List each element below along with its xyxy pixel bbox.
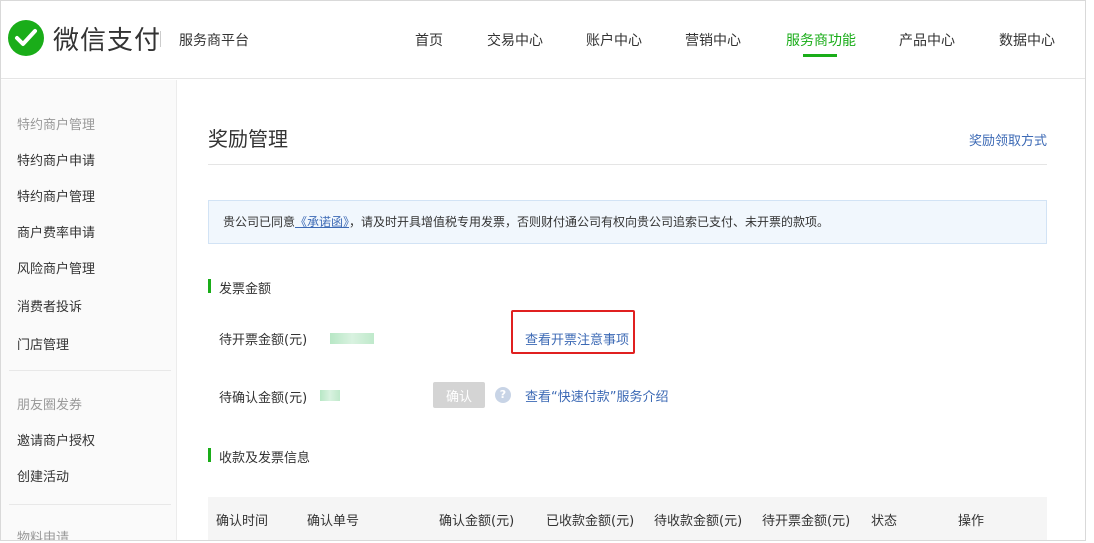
help-icon[interactable]: ? xyxy=(495,387,511,403)
nav-data-center[interactable]: 数据中心 xyxy=(999,30,1055,50)
sidebar-item-invite-auth[interactable]: 邀请商户授权 xyxy=(17,430,95,449)
col-actions: 操作 xyxy=(958,514,985,529)
nav-service-provider[interactable]: 服务商功能 xyxy=(786,30,856,50)
top-header: 微信支付 服务商平台 首页 交易中心 账户中心 营销中心 服务商功能 产品中心 … xyxy=(1,1,1085,79)
col-received-amount: 已收款金额(元) xyxy=(546,514,635,529)
nav-product-center[interactable]: 产品中心 xyxy=(899,30,955,50)
sidebar-group-moments: 朋友圈发券 xyxy=(17,398,83,413)
sidebar-group-materials: 物料申请 xyxy=(17,531,70,541)
sidebar-item-merchant-apply[interactable]: 特约商户申请 xyxy=(17,150,95,169)
sidebar-item-merchant-manage[interactable]: 特约商户管理 xyxy=(17,186,95,205)
col-confirm-amount: 确认金额(元) xyxy=(439,514,515,529)
highlight-box xyxy=(511,310,635,354)
sidebar-divider xyxy=(9,370,171,371)
main-nav: 首页 交易中心 账户中心 营销中心 服务商功能 产品中心 数据中心 xyxy=(1,30,1085,70)
sidebar-group-merchant: 特约商户管理 xyxy=(17,118,96,133)
active-nav-indicator xyxy=(803,54,837,57)
col-pending-receive-amount: 待收款金额(元) xyxy=(654,514,743,529)
pending-invoice-amount-masked xyxy=(330,333,374,344)
payment-section-title: 收款及发票信息 xyxy=(208,447,310,466)
invoice-section-title: 发票金额 xyxy=(208,278,271,297)
sidebar-divider xyxy=(9,504,171,505)
sidebar-item-stores[interactable]: 门店管理 xyxy=(17,334,69,353)
main-content: 奖励管理 奖励领取方式 贵公司已同意《承诺函》，请及时开具增值税专用发票，否则财… xyxy=(178,80,1085,540)
commitment-letter-link[interactable]: 《承诺函》 xyxy=(295,215,349,229)
col-confirm-number: 确认单号 xyxy=(307,514,360,529)
title-divider xyxy=(208,164,1047,165)
col-confirm-time: 确认时间 xyxy=(216,514,269,529)
pending-confirm-label: 待确认金额(元) xyxy=(219,391,308,406)
payment-table-header: 确认时间 确认单号 确认金额(元) 已收款金额(元) 待收款金额(元) 待开票金… xyxy=(208,497,1047,540)
sidebar-item-create-activity[interactable]: 创建活动 xyxy=(17,466,69,485)
page-title: 奖励管理 xyxy=(208,127,288,151)
app-window: 微信支付 服务商平台 首页 交易中心 账户中心 营销中心 服务商功能 产品中心 … xyxy=(0,0,1086,541)
nav-home[interactable]: 首页 xyxy=(415,30,443,50)
confirm-button[interactable]: 确认 xyxy=(433,382,485,408)
nav-trade-center[interactable]: 交易中心 xyxy=(487,30,543,50)
reward-method-link[interactable]: 奖励领取方式 xyxy=(969,130,1047,149)
nav-account-center[interactable]: 账户中心 xyxy=(586,30,642,50)
pending-invoice-label: 待开票金额(元) xyxy=(219,333,308,348)
notice-banner: 贵公司已同意《承诺函》，请及时开具增值税专用发票，否则财付通公司有权向贵公司追索… xyxy=(208,200,1047,244)
sidebar: 特约商户管理 特约商户申请 特约商户管理 商户费率申请 风险商户管理 消费者投诉… xyxy=(1,80,177,541)
sidebar-item-risk-merchant[interactable]: 风险商户管理 xyxy=(17,258,95,277)
col-status: 状态 xyxy=(871,514,898,529)
sidebar-item-complaints[interactable]: 消费者投诉 xyxy=(17,296,82,315)
nav-marketing-center[interactable]: 营销中心 xyxy=(685,30,741,50)
notice-suffix: ，请及时开具增值税专用发票，否则财付通公司有权向贵公司追索已支付、未开票的款项。 xyxy=(349,215,830,229)
col-pending-invoice-amount: 待开票金额(元) xyxy=(762,514,851,529)
sidebar-item-rate-apply[interactable]: 商户费率申请 xyxy=(17,222,95,241)
quick-pay-intro-link[interactable]: 查看“快速付款”服务介绍 xyxy=(525,386,668,405)
notice-prefix: 贵公司已同意 xyxy=(223,215,296,229)
pending-confirm-amount-masked xyxy=(320,390,340,401)
